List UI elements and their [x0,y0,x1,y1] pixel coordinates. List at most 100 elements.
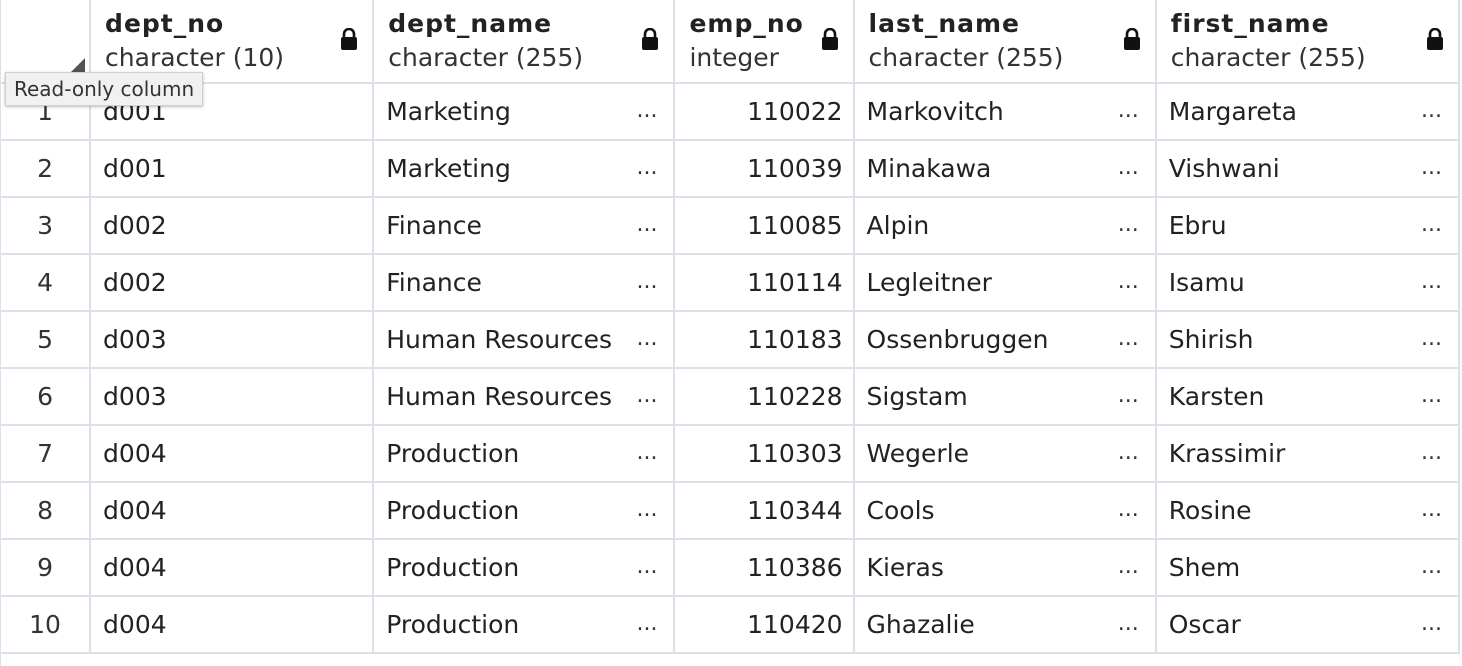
cell-last-name[interactable]: Kieras... [853,539,1157,597]
table-row[interactable]: 6 d003 Human Resources... 110228 Sigstam… [1,368,1461,426]
cell-expand-button[interactable]: ... [1118,155,1139,180]
cell-expand-button[interactable]: ... [636,611,657,636]
cell-last-name[interactable]: Ghazalie... [853,596,1157,654]
row-number[interactable]: 7 [1,425,92,483]
cell-dept-name[interactable]: Human Resources... [373,311,676,369]
cell-emp-no[interactable]: 110085 [674,197,855,255]
cell-expand-button[interactable]: ... [1118,212,1139,237]
cell-dept-name[interactable]: Marketing... [373,140,676,198]
cell-emp-no[interactable]: 110228 [674,368,855,426]
row-number[interactable]: 8 [1,482,92,540]
column-header-dept-name[interactable]: dept_name character (255) [373,0,676,84]
cell-dept-no[interactable]: d002 [90,197,375,255]
cell-dept-name[interactable]: Production... [373,425,676,483]
table-row[interactable]: 1 d001 Marketing... 110022 Markovitch...… [1,83,1461,141]
cell-expand-button[interactable]: ... [1118,269,1139,294]
cell-emp-no[interactable]: 110022 [674,83,855,141]
cell-first-name[interactable]: Ebru... [1155,197,1461,255]
cell-expand-button[interactable]: ... [1421,269,1442,294]
cell-dept-no[interactable]: d002 [90,254,375,312]
column-header-dept-no[interactable]: dept_no character (10) [90,0,375,84]
cell-dept-name[interactable]: Production... [373,596,676,654]
cell-first-name[interactable]: Shirish... [1155,311,1461,369]
cell-last-name[interactable]: Minakawa... [853,140,1157,198]
cell-dept-no[interactable]: d001 [90,140,375,198]
cell-emp-no[interactable]: 110114 [674,254,855,312]
cell-expand-button[interactable]: ... [1421,98,1442,123]
cell-expand-button[interactable]: ... [636,155,657,180]
table-row[interactable]: 5 d003 Human Resources... 110183 Ossenbr… [1,311,1461,369]
cell-expand-button[interactable]: ... [636,497,657,522]
column-header-emp-no[interactable]: emp_no integer [674,0,855,84]
cell-dept-no[interactable]: d003 [90,311,375,369]
row-number[interactable]: 3 [1,197,92,255]
cell-expand-button[interactable]: ... [1118,326,1139,351]
cell-expand-button[interactable]: ... [636,269,657,294]
row-number[interactable]: 5 [1,311,92,369]
cell-last-name[interactable]: Wegerle... [853,425,1157,483]
cell-first-name[interactable]: Oscar... [1155,596,1461,654]
cell-first-name[interactable]: Karsten... [1155,368,1461,426]
cell-emp-no[interactable]: 110420 [674,596,855,654]
cell-expand-button[interactable]: ... [636,212,657,237]
table-row[interactable]: 7 d004 Production... 110303 Wegerle... K… [1,425,1461,483]
cell-dept-no[interactable]: d004 [90,596,375,654]
cell-dept-name[interactable]: Marketing... [373,83,676,141]
cell-expand-button[interactable]: ... [1421,326,1442,351]
cell-first-name[interactable]: Vishwani... [1155,140,1461,198]
row-number[interactable]: 6 [1,368,92,426]
cell-dept-no[interactable]: d004 [90,482,375,540]
row-number[interactable]: 2 [1,140,92,198]
cell-last-name[interactable]: Alpin... [853,197,1157,255]
cell-expand-button[interactable]: ... [1118,554,1139,579]
cell-dept-no[interactable]: d004 [90,425,375,483]
cell-emp-no[interactable]: 110303 [674,425,855,483]
cell-expand-button[interactable]: ... [636,383,657,408]
cell-first-name[interactable]: Margareta... [1155,83,1461,141]
row-number[interactable]: 4 [1,254,92,312]
cell-expand-button[interactable]: ... [1421,212,1442,237]
cell-dept-name[interactable]: Finance... [373,197,676,255]
cell-expand-button[interactable]: ... [1421,497,1442,522]
cell-first-name[interactable]: Isamu... [1155,254,1461,312]
select-all-corner[interactable] [1,0,92,84]
cell-expand-button[interactable]: ... [636,554,657,579]
table-row[interactable]: 2 d001 Marketing... 110039 Minakawa... V… [1,140,1461,198]
cell-expand-button[interactable]: ... [1421,440,1442,465]
table-row[interactable]: 8 d004 Production... 110344 Cools... Ros… [1,482,1461,540]
cell-dept-name[interactable]: Finance... [373,254,676,312]
cell-dept-no[interactable]: d004 [90,539,375,597]
cell-last-name[interactable]: Legleitner... [853,254,1157,312]
table-row[interactable]: 3 d002 Finance... 110085 Alpin... Ebru..… [1,197,1461,255]
cell-emp-no[interactable]: 110183 [674,311,855,369]
cell-expand-button[interactable]: ... [1421,383,1442,408]
cell-expand-button[interactable]: ... [1118,98,1139,123]
cell-expand-button[interactable]: ... [1421,611,1442,636]
cell-last-name[interactable]: Markovitch... [853,83,1157,141]
table-row[interactable]: 10 d004 Production... 110420 Ghazalie...… [1,596,1461,654]
cell-expand-button[interactable]: ... [1118,383,1139,408]
cell-dept-name[interactable]: Human Resources... [373,368,676,426]
row-number[interactable]: 10 [1,596,92,654]
cell-expand-button[interactable]: ... [1118,611,1139,636]
cell-expand-button[interactable]: ... [636,326,657,351]
cell-expand-button[interactable]: ... [636,98,657,123]
cell-first-name[interactable]: Shem... [1155,539,1461,597]
cell-emp-no[interactable]: 110039 [674,140,855,198]
cell-dept-no[interactable]: d003 [90,368,375,426]
cell-dept-name[interactable]: Production... [373,539,676,597]
table-row[interactable]: 9 d004 Production... 110386 Kieras... Sh… [1,539,1461,597]
cell-dept-name[interactable]: Production... [373,482,676,540]
cell-expand-button[interactable]: ... [1421,155,1442,180]
cell-emp-no[interactable]: 110344 [674,482,855,540]
cell-last-name[interactable]: Ossenbruggen... [853,311,1157,369]
table-row[interactable]: 4 d002 Finance... 110114 Legleitner... I… [1,254,1461,312]
cell-last-name[interactable]: Cools... [853,482,1157,540]
cell-last-name[interactable]: Sigstam... [853,368,1157,426]
cell-expand-button[interactable]: ... [636,440,657,465]
cell-expand-button[interactable]: ... [1118,497,1139,522]
cell-emp-no[interactable]: 110386 [674,539,855,597]
row-number[interactable]: 9 [1,539,92,597]
column-header-first-name[interactable]: first_name character (255) [1155,0,1461,84]
cell-first-name[interactable]: Rosine... [1155,482,1461,540]
